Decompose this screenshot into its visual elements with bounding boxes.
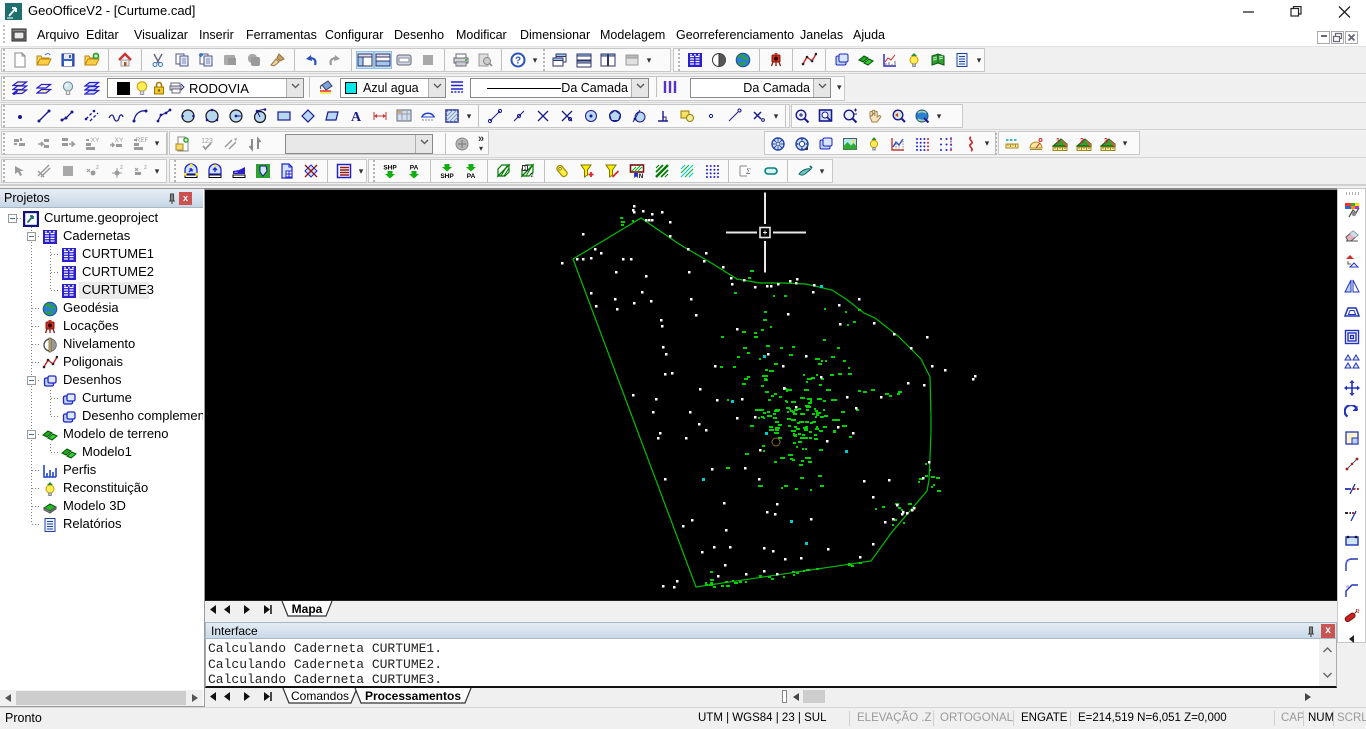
svg-text:PA: PA	[467, 173, 476, 179]
svg-text:Σ: Σ	[745, 167, 751, 176]
svg-text:1: 1	[1056, 138, 1060, 145]
svg-text:REF: REF	[136, 137, 149, 144]
svg-text:XY: XY	[91, 137, 100, 144]
svg-text:Mapa: Mapa	[292, 602, 323, 616]
svg-text:z: z	[144, 165, 147, 171]
svg-text:z: z	[120, 165, 123, 171]
svg-text:SHP: SHP	[383, 165, 397, 172]
svg-text:Processamentos: Processamentos	[365, 689, 461, 703]
svg-text:Comandos: Comandos	[291, 689, 349, 703]
svg-text:PA: PA	[410, 165, 419, 172]
svg-text:2: 2	[530, 173, 533, 179]
svg-text:XY: XY	[115, 137, 124, 144]
svg-text:z: z	[96, 165, 99, 171]
svg-text:A: A	[351, 110, 362, 124]
svg-text:N: N	[638, 174, 642, 179]
svg-text:1: 1	[523, 166, 526, 172]
svg-text:3: 3	[1104, 138, 1108, 145]
svg-text:SHP: SHP	[440, 173, 454, 179]
svg-text:2: 2	[1080, 138, 1084, 145]
svg-text:?: ?	[515, 56, 521, 67]
